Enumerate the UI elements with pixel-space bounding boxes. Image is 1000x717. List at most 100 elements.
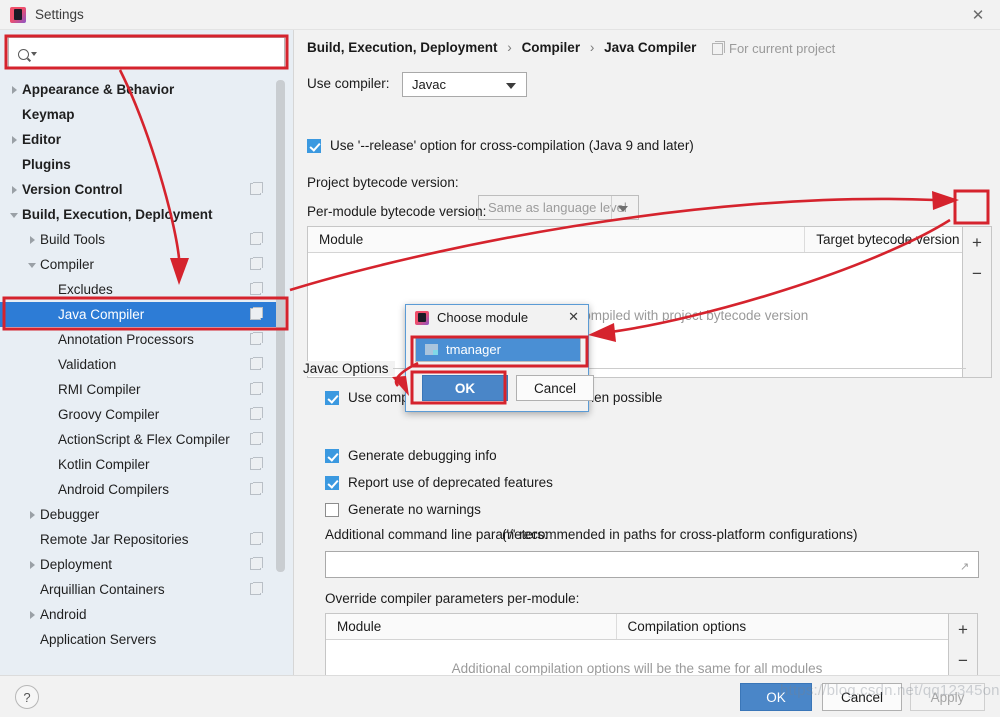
per-module-label-row: Per-module bytecode version: xyxy=(307,204,486,219)
watermark: https://blog.csdn.net/qq12345one xyxy=(780,682,1000,699)
sidebar-item-application-servers[interactable]: Application Servers xyxy=(0,627,285,652)
sidebar-item-label: Deployment xyxy=(40,557,113,572)
sidebar-item-label: Android Compilers xyxy=(58,482,170,497)
choose-module-dialog: Choose module ✕ tmanager OK Cancel xyxy=(405,304,594,412)
remove-override-button[interactable]: − xyxy=(949,645,977,676)
sidebar-item-validation[interactable]: Validation xyxy=(0,352,285,377)
column-header-compilation-options[interactable]: Compilation options xyxy=(615,614,948,639)
column-header-module-2[interactable]: Module xyxy=(326,614,616,639)
override-params-table-header: Module Compilation options xyxy=(326,614,948,640)
release-option-checkbox[interactable] xyxy=(307,138,321,153)
sidebar-item-kotlin-compiler[interactable]: Kotlin Compiler xyxy=(0,452,285,477)
close-icon[interactable]: ✕ xyxy=(956,0,1000,30)
sidebar-item-appearance-behavior[interactable]: Appearance & Behavior xyxy=(0,77,285,102)
sidebar-item-android-compilers[interactable]: Android Compilers xyxy=(0,477,285,502)
chevron-down-icon[interactable] xyxy=(26,258,40,272)
sidebar-item-arquillian-containers[interactable]: Arquillian Containers xyxy=(0,577,285,602)
javac-checkbox-row-2[interactable]: Report use of deprecated features xyxy=(325,475,553,490)
chevron-down-icon[interactable] xyxy=(8,208,22,222)
use-compiler-row: Use compiler: xyxy=(307,76,390,91)
sidebar-item-version-control[interactable]: Version Control xyxy=(0,177,285,202)
use-compiler-value: Javac xyxy=(412,77,446,92)
sidebar-item-label: Debugger xyxy=(40,507,100,522)
sidebar-item-label: ActionScript & Flex Compiler xyxy=(58,432,230,447)
expand-icon[interactable]: ↗ xyxy=(960,560,971,573)
breadcrumb-separator-icon: › xyxy=(507,40,512,55)
module-list-item[interactable]: tmanager xyxy=(416,337,580,361)
chevron-right-icon[interactable] xyxy=(26,558,40,572)
sidebar-item-label: Kotlin Compiler xyxy=(58,457,150,472)
release-option-label: Use '--release' option for cross-compila… xyxy=(330,138,694,153)
project-bytecode-label: Project bytecode version: xyxy=(307,175,459,190)
settings-window: Settings ✕ Appearance & Behavior Keymap Ed… xyxy=(0,0,1000,717)
sidebar-item-deployment[interactable]: Deployment xyxy=(0,552,285,577)
column-header-target-bytecode[interactable]: Target bytecode version xyxy=(804,227,962,252)
add-module-button[interactable]: + xyxy=(963,227,991,258)
sidebar-item-editor[interactable]: Editor xyxy=(0,127,285,152)
sidebar-item-build-tools[interactable]: Build Tools xyxy=(0,227,285,252)
chevron-right-icon[interactable] xyxy=(26,508,40,522)
dialog-ok-button[interactable]: OK xyxy=(422,375,508,401)
sidebar-item-android[interactable]: Android xyxy=(0,602,285,627)
copy-settings-icon xyxy=(250,457,263,470)
sidebar-item-label: Keymap xyxy=(22,107,75,122)
release-option-row[interactable]: Use '--release' option for cross-compila… xyxy=(307,138,694,153)
intellij-idea-icon xyxy=(415,310,429,325)
sidebar-item-label: Excludes xyxy=(58,282,113,297)
remove-module-button[interactable]: − xyxy=(963,258,991,289)
additional-params-input[interactable]: ↗ xyxy=(325,551,979,578)
javac-options-title: Javac Options xyxy=(303,361,395,376)
sidebar-item-label: Application Servers xyxy=(40,632,157,647)
search-box[interactable] xyxy=(8,37,285,69)
sidebar-item-build-execution-deployment[interactable]: Build, Execution, Deployment xyxy=(0,202,285,227)
dialog-cancel-button[interactable]: Cancel xyxy=(516,375,594,401)
sidebar-item-plugins[interactable]: Plugins xyxy=(0,152,285,177)
sidebar-item-keymap[interactable]: Keymap xyxy=(0,102,285,127)
sidebar-item-annotation-processors[interactable]: Annotation Processors xyxy=(0,327,285,352)
chevron-right-icon[interactable] xyxy=(26,233,40,247)
sidebar-item-compiler[interactable]: Compiler xyxy=(0,252,285,277)
copy-settings-icon xyxy=(250,232,263,245)
javac-checkbox-row-1[interactable]: Generate debugging info xyxy=(325,448,497,463)
chevron-right-icon[interactable] xyxy=(26,608,40,622)
sidebar-item-rmi-compiler[interactable]: RMI Compiler xyxy=(0,377,285,402)
use-compiler-dropdown[interactable]: Javac xyxy=(402,72,527,97)
breadcrumb-part-2[interactable]: Compiler xyxy=(522,40,581,55)
report-deprecated-checkbox[interactable] xyxy=(325,475,339,490)
sidebar-item-label: Java Compiler xyxy=(58,307,145,322)
sidebar-scrollbar-thumb[interactable] xyxy=(276,80,285,572)
chevron-right-icon[interactable] xyxy=(8,133,22,147)
generate-debugging-info-checkbox[interactable] xyxy=(325,448,339,463)
help-button[interactable]: ? xyxy=(15,685,39,709)
sidebar-item-excludes[interactable]: Excludes xyxy=(0,277,285,302)
sidebar-item-label: Plugins xyxy=(22,157,71,172)
for-current-project-label: For current project xyxy=(729,41,836,56)
breadcrumb-part-1[interactable]: Build, Execution, Deployment xyxy=(307,40,498,55)
sidebar-item-remote-jar-repositories[interactable]: Remote Jar Repositories xyxy=(0,527,285,552)
use-module-jdk-checkbox[interactable] xyxy=(325,390,339,405)
copy-settings-icon xyxy=(250,532,263,545)
search-input[interactable] xyxy=(43,38,281,68)
chevron-right-icon[interactable] xyxy=(8,183,22,197)
sidebar-item-actionscript-flex-compiler[interactable]: ActionScript & Flex Compiler xyxy=(0,427,285,452)
generate-no-warnings-checkbox[interactable] xyxy=(325,502,339,517)
override-params-label: Override compiler parameters per-module: xyxy=(325,591,580,606)
project-bytecode-dropdown[interactable]: Same as language level xyxy=(478,195,639,220)
add-override-button[interactable]: + xyxy=(949,614,977,645)
project-bytecode-row: Project bytecode version: xyxy=(307,175,459,190)
column-header-module[interactable]: Module xyxy=(308,227,804,252)
sidebar-scrollbar[interactable] xyxy=(276,80,285,668)
module-list[interactable]: tmanager xyxy=(415,336,581,362)
sidebar-item-java-compiler[interactable]: Java Compiler xyxy=(0,302,285,327)
sidebar-item-debugger[interactable]: Debugger xyxy=(0,502,285,527)
chevron-right-icon[interactable] xyxy=(8,83,22,97)
javac-checkbox-row-3[interactable]: Generate no warnings xyxy=(325,502,481,517)
per-module-table-buttons: + − xyxy=(963,226,992,378)
dialog-close-icon[interactable]: ✕ xyxy=(568,309,579,325)
sidebar-item-groovy-compiler[interactable]: Groovy Compiler xyxy=(0,402,285,427)
override-params-label-row: Override compiler parameters per-module: xyxy=(325,591,579,606)
